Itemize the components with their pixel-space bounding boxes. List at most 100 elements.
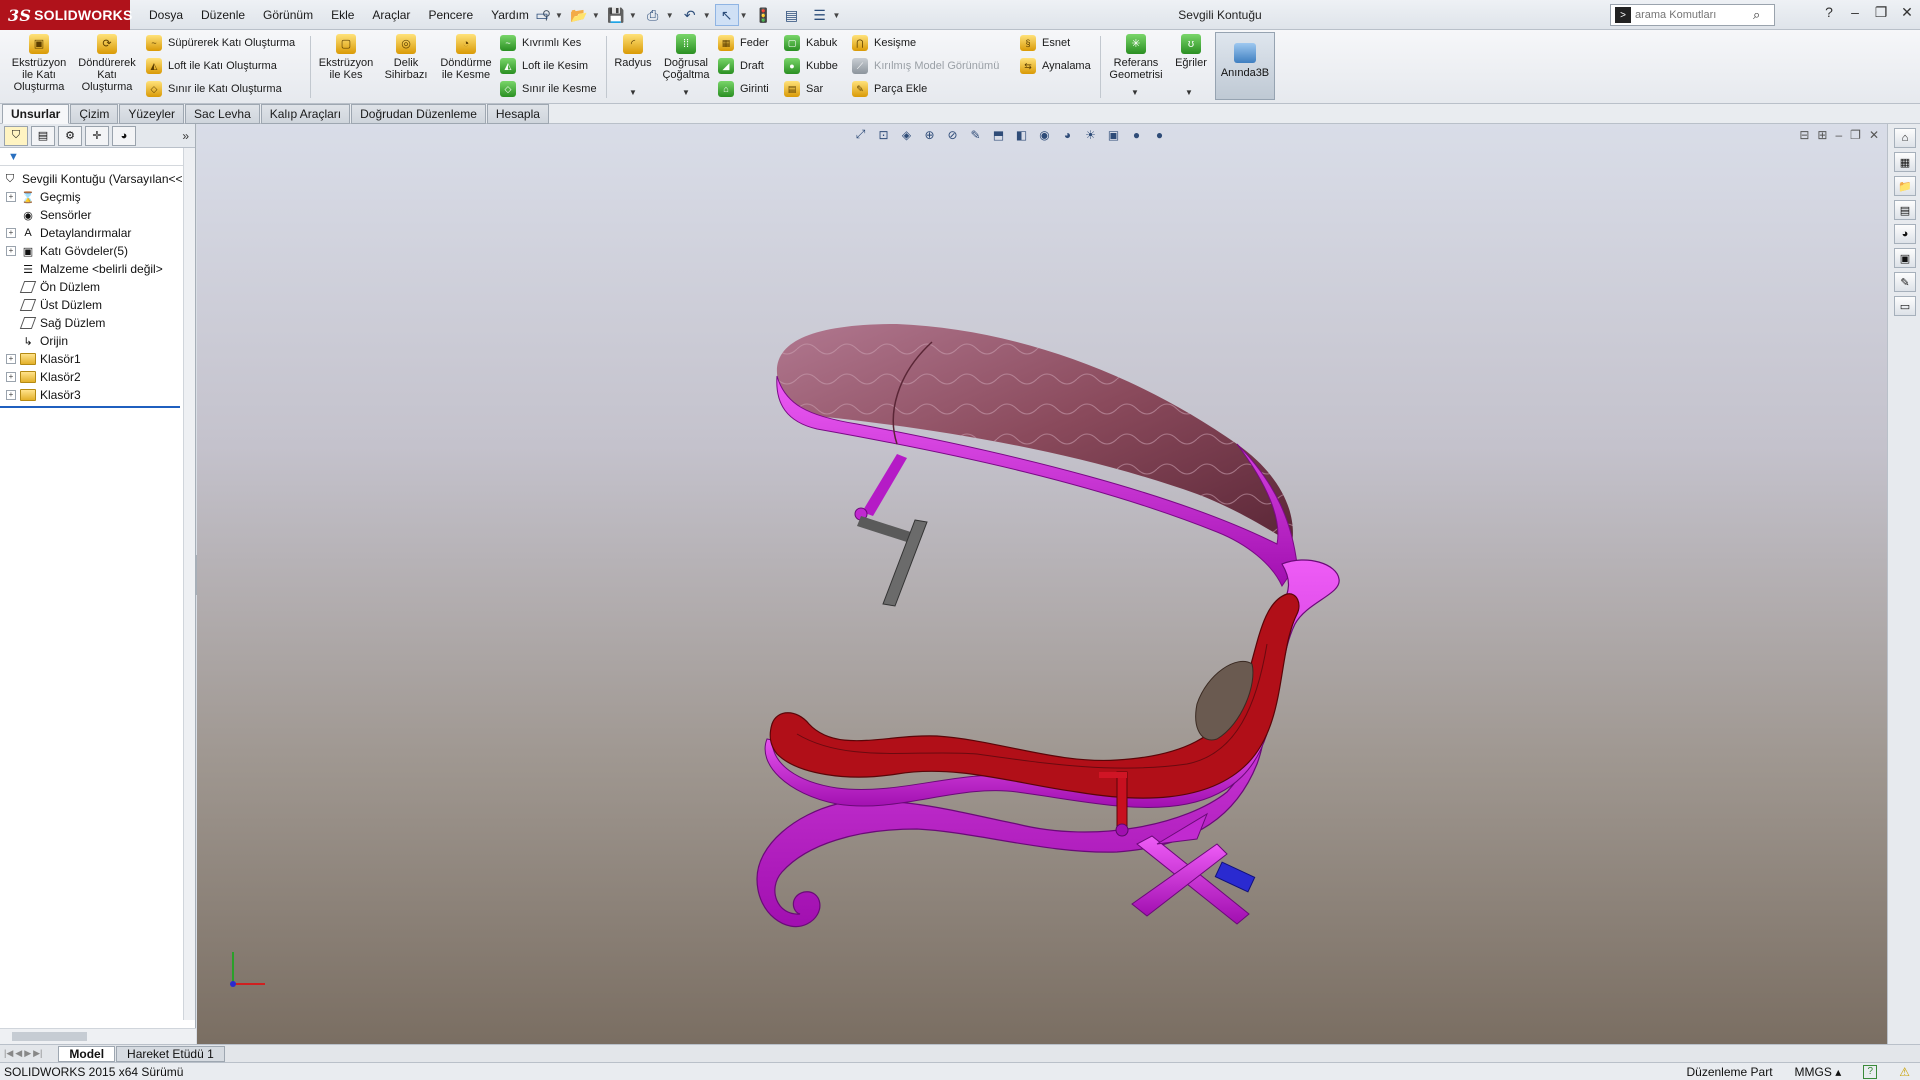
expand-icon[interactable]: +	[6, 390, 16, 400]
boundary-cut-button[interactable]: ◇ Sınır ile Kesme	[500, 79, 597, 99]
units-selector[interactable]: MMGS ▴	[1795, 1065, 1842, 1079]
chevron-right-icon[interactable]: »	[182, 129, 189, 143]
menu-window[interactable]: Pencere	[419, 0, 482, 30]
chaise-longue-model[interactable]	[197, 124, 1887, 1044]
solidworks-resources-icon[interactable]: ⌂	[1894, 128, 1916, 148]
chevron-down-icon[interactable]: ▼	[682, 88, 690, 97]
select-pointer-icon[interactable]: ↖	[714, 4, 739, 26]
tree-item[interactable]: Üst Düzlem	[0, 296, 195, 314]
solidworks-forum-icon[interactable]: ✎	[1894, 272, 1916, 292]
tree-filter[interactable]: ▼	[0, 148, 195, 166]
chevron-down-icon[interactable]: ▼	[629, 88, 637, 97]
previous-tab-icon[interactable]: ◀	[15, 1048, 22, 1059]
undo-icon[interactable]: ↶	[678, 4, 702, 26]
file-properties-icon[interactable]: ▤	[780, 4, 804, 26]
menu-tools[interactable]: Araçlar	[363, 0, 419, 30]
sar-button[interactable]: ▤ Sar	[784, 79, 823, 99]
custom-properties-icon[interactable]: ▣	[1894, 248, 1916, 268]
graphics-area[interactable]: ⤢ ⊡ ◈ ⊕ ⊘ ✎ ⬒ ◧ ◉ ◕ ☀ ▣ ● ● ⊟ ⊞ – ❐ ✕	[197, 124, 1887, 1044]
reference-geometry-button[interactable]: ✳ Referans Geometrisi	[1104, 30, 1168, 81]
flex-button[interactable]: § Esnet	[1020, 33, 1070, 53]
tree-item[interactable]: Ön Düzlem	[0, 278, 195, 296]
tab-sketch[interactable]: Çizim	[70, 104, 119, 124]
extrude-boss-button[interactable]: ▣ Ekstrüzyon ile Katı Oluşturma	[6, 30, 72, 93]
first-tab-icon[interactable]: |◀	[4, 1048, 13, 1059]
broken-view-button[interactable]: ⟋ Kırılmış Model Görünümü	[852, 56, 999, 76]
curves-button[interactable]: ʊ Eğriler	[1170, 30, 1212, 69]
tab-direct-editing[interactable]: Doğrudan Düzenleme	[351, 104, 486, 124]
scroll-thumb[interactable]	[12, 1032, 87, 1041]
dome-button[interactable]: ● Kubbe	[784, 56, 838, 76]
display-manager-tab-icon[interactable]: ◕	[112, 125, 136, 146]
tree-item[interactable]: + Klasör2	[0, 368, 195, 386]
search-icon[interactable]: ⌕	[1753, 7, 1760, 23]
tree-item[interactable]: + Klasör1	[0, 350, 195, 368]
chevron-down-icon[interactable]: ▼	[740, 11, 748, 20]
next-tab-icon[interactable]: ▶	[24, 1048, 31, 1059]
revolve-boss-button[interactable]: ⟳ Döndürerek Katı Oluşturma	[74, 30, 140, 93]
tab-features[interactable]: Unsurlar	[2, 104, 70, 124]
dimxpert-tab-icon[interactable]: ✛	[85, 125, 109, 146]
chevron-down-icon[interactable]: ▼	[666, 11, 674, 20]
view-palette-icon[interactable]: ▤	[1894, 200, 1916, 220]
tab-mold-tools[interactable]: Kalıp Araçları	[260, 104, 351, 124]
configuration-manager-tab-icon[interactable]: ⚙	[58, 125, 82, 146]
tree-item[interactable]: Sağ Düzlem	[0, 314, 195, 332]
chevron-down-icon[interactable]: ▼	[1185, 88, 1193, 97]
chevron-down-icon[interactable]: ▼	[555, 11, 563, 20]
property-manager-tab-icon[interactable]: ▤	[31, 125, 55, 146]
chevron-down-icon[interactable]: ▼	[629, 11, 637, 20]
tree-item[interactable]: ☰ Malzeme <belirli değil>	[0, 260, 195, 278]
tab-evaluate[interactable]: Hesapla	[486, 104, 549, 124]
expand-icon[interactable]: +	[6, 246, 16, 256]
help-icon[interactable]: ?	[1820, 4, 1838, 21]
command-search[interactable]: > ⌕	[1610, 4, 1775, 26]
quick-tips-icon[interactable]: ?	[1863, 1064, 1878, 1079]
new-document-icon[interactable]: ▭	[530, 4, 554, 26]
loft-cut-button[interactable]: ◭ Loft ile Kesim	[500, 56, 588, 76]
mirror-button[interactable]: ⇆ Aynalama	[1020, 56, 1091, 76]
extrude-cut-button[interactable]: ▢ Ekstrüzyon ile Kes	[316, 30, 376, 81]
swept-cut-button[interactable]: ~ Kıvrımlı Kes	[500, 33, 581, 53]
boundary-boss-button[interactable]: ◇ Sınır ile Katı Oluşturma	[146, 79, 282, 99]
instant3d-button[interactable]: Anında3B	[1215, 32, 1275, 100]
restore-icon[interactable]: ❐	[1872, 4, 1890, 21]
solidworks-logo[interactable]: 3S SOLIDWORKS	[0, 0, 132, 30]
expand-icon[interactable]: +	[6, 372, 16, 382]
loft-boss-button[interactable]: ◭ Loft ile Katı Oluşturma	[146, 56, 277, 76]
chevron-down-icon[interactable]: ▼	[1131, 88, 1139, 97]
menu-insert[interactable]: Ekle	[322, 0, 363, 30]
tree-item[interactable]: ↳ Orijin	[0, 332, 195, 350]
fillet-button[interactable]: ◜ Radyus	[610, 30, 656, 69]
intersect-button[interactable]: ⋂ Kesişme	[852, 33, 916, 53]
rollback-bar[interactable]	[0, 406, 180, 408]
feature-manager-tab-icon[interactable]: ⛉	[4, 125, 28, 146]
expand-icon[interactable]: +	[6, 354, 16, 364]
tab-model[interactable]: Model	[58, 1045, 116, 1062]
add-part-button[interactable]: ✎ Parça Ekle	[852, 79, 927, 99]
shell-button[interactable]: ▢ Kabuk	[784, 33, 837, 53]
last-tab-icon[interactable]: ▶|	[33, 1048, 42, 1059]
tree-item[interactable]: + Klasör3	[0, 386, 195, 404]
chevron-down-icon[interactable]: ▼	[833, 11, 841, 20]
chevron-down-icon[interactable]: ▼	[703, 11, 711, 20]
sweep-boss-button[interactable]: ~ Süpürerek Katı Oluşturma	[146, 33, 295, 53]
tree-scrollbar-horizontal[interactable]	[0, 1028, 196, 1044]
menu-edit[interactable]: Düzenle	[192, 0, 254, 30]
tab-surfaces[interactable]: Yüzeyler	[119, 104, 185, 124]
print-icon[interactable]: ⎙	[641, 4, 665, 26]
tree-item[interactable]: + ▣ Katı Gövdeler(5)	[0, 242, 195, 260]
rebuild-status-icon[interactable]: ⚠	[1899, 1065, 1910, 1079]
minimize-icon[interactable]: –	[1846, 4, 1864, 21]
hole-wizard-button[interactable]: ◎ Delik Sihirbazı	[378, 30, 434, 81]
linear-pattern-button[interactable]: ⁞⁞ Doğrusal Çoğaltma	[658, 30, 714, 81]
tree-item[interactable]: + A Detaylandırmalar	[0, 224, 195, 242]
tab-sheet-metal[interactable]: Sac Levha	[185, 104, 260, 124]
options-icon[interactable]: ☰	[808, 4, 832, 26]
tab-motion-study[interactable]: Hareket Etüdü 1	[116, 1045, 225, 1062]
expand-icon[interactable]: +	[6, 192, 16, 202]
expand-icon[interactable]: +	[6, 228, 16, 238]
menu-file[interactable]: Dosya	[140, 0, 192, 30]
draft-button[interactable]: ◢ Draft	[718, 56, 764, 76]
wrap-button[interactable]: ⌂ Girinti	[718, 79, 769, 99]
